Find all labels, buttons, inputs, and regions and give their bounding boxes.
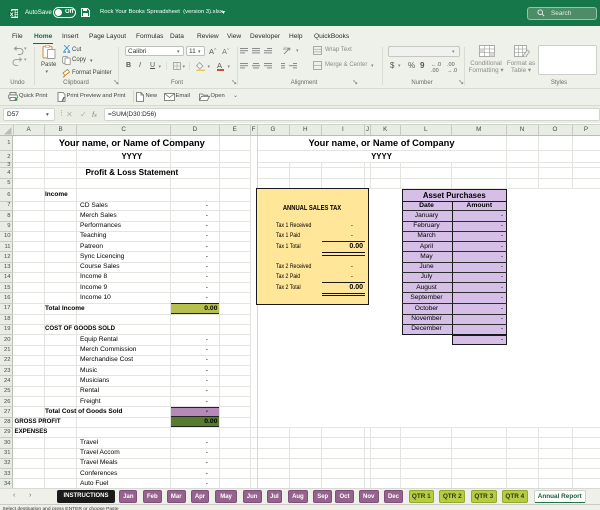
svg-text:ab: ab: [283, 46, 289, 51]
